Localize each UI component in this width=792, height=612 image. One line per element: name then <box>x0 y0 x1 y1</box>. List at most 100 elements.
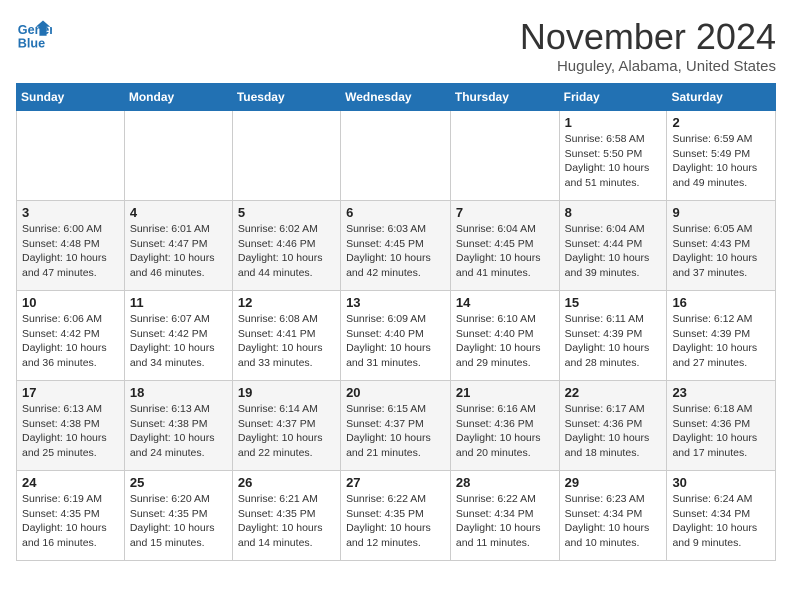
weekday-header-wednesday: Wednesday <box>341 84 451 111</box>
cell-content: Sunrise: 6:17 AM Sunset: 4:36 PM Dayligh… <box>565 402 662 461</box>
day-number: 1 <box>565 115 662 130</box>
cell-content: Sunrise: 6:10 AM Sunset: 4:40 PM Dayligh… <box>456 312 554 371</box>
calendar-cell: 15 Sunrise: 6:11 AM Sunset: 4:39 PM Dayli… <box>559 291 667 381</box>
cell-content: Sunrise: 6:15 AM Sunset: 4:37 PM Dayligh… <box>346 402 445 461</box>
weekday-header-tuesday: Tuesday <box>232 84 340 111</box>
cell-content: Sunrise: 6:22 AM Sunset: 4:34 PM Dayligh… <box>456 492 554 551</box>
day-number: 2 <box>672 115 770 130</box>
calendar-cell: 16Sunrise: 6:12 AM Sunset: 4:39 PM Dayli… <box>667 291 776 381</box>
calendar-cell: 1 Sunrise: 6:58 AM Sunset: 5:50 PM Daylig… <box>559 111 667 201</box>
cell-content: Sunrise: 6:23 AM Sunset: 4:34 PM Dayligh… <box>565 492 662 551</box>
weekday-header-row: SundayMondayTuesdayWednesdayThursdayFrid… <box>17 84 776 111</box>
calendar-week-row: 24 Sunrise: 6:19 AM Sunset: 4:35 PM Dayli… <box>17 471 776 561</box>
calendar-cell: 6Sunrise: 6:03 AM Sunset: 4:45 PM Daylig… <box>341 201 451 291</box>
calendar-cell <box>17 111 125 201</box>
day-number: 18 <box>130 385 227 400</box>
svg-text:Blue: Blue <box>18 37 45 51</box>
calendar-cell: 12Sunrise: 6:08 AM Sunset: 4:41 PM Dayli… <box>232 291 340 381</box>
calendar-cell: 27Sunrise: 6:22 AM Sunset: 4:35 PM Dayli… <box>341 471 451 561</box>
cell-content: Sunrise: 6:03 AM Sunset: 4:45 PM Dayligh… <box>346 222 445 281</box>
cell-content: Sunrise: 6:04 AM Sunset: 4:45 PM Dayligh… <box>456 222 554 281</box>
calendar-cell: 9Sunrise: 6:05 AM Sunset: 4:43 PM Daylig… <box>667 201 776 291</box>
weekday-header-thursday: Thursday <box>450 84 559 111</box>
day-number: 15 <box>565 295 662 310</box>
day-number: 10 <box>22 295 119 310</box>
calendar-week-row: 3 Sunrise: 6:00 AM Sunset: 4:48 PM Daylig… <box>17 201 776 291</box>
day-number: 26 <box>238 475 335 490</box>
calendar-cell: 25 Sunrise: 6:20 AM Sunset: 4:35 PM Dayli… <box>124 471 232 561</box>
cell-content: Sunrise: 6:58 AM Sunset: 5:50 PM Dayligh… <box>565 132 662 191</box>
calendar-cell: 4 Sunrise: 6:01 AM Sunset: 4:47 PM Daylig… <box>124 201 232 291</box>
calendar-cell: 26 Sunrise: 6:21 AM Sunset: 4:35 PM Dayli… <box>232 471 340 561</box>
cell-content: Sunrise: 6:22 AM Sunset: 4:35 PM Dayligh… <box>346 492 445 551</box>
calendar-cell: 8 Sunrise: 6:04 AM Sunset: 4:44 PM Daylig… <box>559 201 667 291</box>
day-number: 8 <box>565 205 662 220</box>
day-number: 7 <box>456 205 554 220</box>
calendar-cell: 23 Sunrise: 6:18 AM Sunset: 4:36 PM Dayli… <box>667 381 776 471</box>
day-number: 24 <box>22 475 119 490</box>
day-number: 20 <box>346 385 445 400</box>
cell-content: Sunrise: 6:01 AM Sunset: 4:47 PM Dayligh… <box>130 222 227 281</box>
cell-content: Sunrise: 6:09 AM Sunset: 4:40 PM Dayligh… <box>346 312 445 371</box>
calendar-cell: 17 Sunrise: 6:13 AM Sunset: 4:38 PM Dayli… <box>17 381 125 471</box>
cell-content: Sunrise: 6:07 AM Sunset: 4:42 PM Dayligh… <box>130 312 227 371</box>
calendar-cell: 30 Sunrise: 6:24 AM Sunset: 4:34 PM Dayli… <box>667 471 776 561</box>
calendar-cell: 21Sunrise: 6:16 AM Sunset: 4:36 PM Dayli… <box>450 381 559 471</box>
calendar-cell <box>124 111 232 201</box>
calendar-cell: 14Sunrise: 6:10 AM Sunset: 4:40 PM Dayli… <box>450 291 559 381</box>
weekday-header-friday: Friday <box>559 84 667 111</box>
calendar-cell: 28 Sunrise: 6:22 AM Sunset: 4:34 PM Dayli… <box>450 471 559 561</box>
day-number: 23 <box>672 385 770 400</box>
calendar-cell: 3 Sunrise: 6:00 AM Sunset: 4:48 PM Daylig… <box>17 201 125 291</box>
cell-content: Sunrise: 6:24 AM Sunset: 4:34 PM Dayligh… <box>672 492 770 551</box>
cell-content: Sunrise: 6:05 AM Sunset: 4:43 PM Dayligh… <box>672 222 770 281</box>
location-subtitle: Huguley, Alabama, United States <box>520 58 776 75</box>
calendar-week-row: 10 Sunrise: 6:06 AM Sunset: 4:42 PM Dayli… <box>17 291 776 381</box>
cell-content: Sunrise: 6:21 AM Sunset: 4:35 PM Dayligh… <box>238 492 335 551</box>
cell-content: Sunrise: 6:59 AM Sunset: 5:49 PM Dayligh… <box>672 132 770 191</box>
day-number: 3 <box>22 205 119 220</box>
calendar-cell: 18 Sunrise: 6:13 AM Sunset: 4:38 PM Dayli… <box>124 381 232 471</box>
calendar-cell: 29Sunrise: 6:23 AM Sunset: 4:34 PM Dayli… <box>559 471 667 561</box>
calendar-cell: 11 Sunrise: 6:07 AM Sunset: 4:42 PM Dayli… <box>124 291 232 381</box>
cell-content: Sunrise: 6:12 AM Sunset: 4:39 PM Dayligh… <box>672 312 770 371</box>
cell-content: Sunrise: 6:02 AM Sunset: 4:46 PM Dayligh… <box>238 222 335 281</box>
logo: General Blue <box>16 16 52 52</box>
cell-content: Sunrise: 6:19 AM Sunset: 4:35 PM Dayligh… <box>22 492 119 551</box>
calendar-cell: 7 Sunrise: 6:04 AM Sunset: 4:45 PM Daylig… <box>450 201 559 291</box>
cell-content: Sunrise: 6:13 AM Sunset: 4:38 PM Dayligh… <box>130 402 227 461</box>
day-number: 19 <box>238 385 335 400</box>
day-number: 5 <box>238 205 335 220</box>
calendar-cell: 10 Sunrise: 6:06 AM Sunset: 4:42 PM Dayli… <box>17 291 125 381</box>
day-number: 25 <box>130 475 227 490</box>
weekday-header-monday: Monday <box>124 84 232 111</box>
calendar-week-row: 17 Sunrise: 6:13 AM Sunset: 4:38 PM Dayli… <box>17 381 776 471</box>
cell-content: Sunrise: 6:04 AM Sunset: 4:44 PM Dayligh… <box>565 222 662 281</box>
cell-content: Sunrise: 6:18 AM Sunset: 4:36 PM Dayligh… <box>672 402 770 461</box>
day-number: 4 <box>130 205 227 220</box>
calendar-cell: 24 Sunrise: 6:19 AM Sunset: 4:35 PM Dayli… <box>17 471 125 561</box>
weekday-header-saturday: Saturday <box>667 84 776 111</box>
cell-content: Sunrise: 6:00 AM Sunset: 4:48 PM Dayligh… <box>22 222 119 281</box>
cell-content: Sunrise: 6:06 AM Sunset: 4:42 PM Dayligh… <box>22 312 119 371</box>
cell-content: Sunrise: 6:20 AM Sunset: 4:35 PM Dayligh… <box>130 492 227 551</box>
calendar-cell: 5 Sunrise: 6:02 AM Sunset: 4:46 PM Daylig… <box>232 201 340 291</box>
calendar-cell <box>341 111 451 201</box>
calendar-table: SundayMondayTuesdayWednesdayThursdayFrid… <box>16 83 776 561</box>
cell-content: Sunrise: 6:13 AM Sunset: 4:38 PM Dayligh… <box>22 402 119 461</box>
weekday-header-sunday: Sunday <box>17 84 125 111</box>
calendar-week-row: 1 Sunrise: 6:58 AM Sunset: 5:50 PM Daylig… <box>17 111 776 201</box>
calendar-cell <box>232 111 340 201</box>
calendar-cell: 19Sunrise: 6:14 AM Sunset: 4:37 PM Dayli… <box>232 381 340 471</box>
page-header: General Blue November 2024 Huguley, Alab… <box>16 16 776 75</box>
title-area: November 2024 Huguley, Alabama, United S… <box>520 16 776 75</box>
calendar-cell: 13Sunrise: 6:09 AM Sunset: 4:40 PM Dayli… <box>341 291 451 381</box>
day-number: 21 <box>456 385 554 400</box>
cell-content: Sunrise: 6:11 AM Sunset: 4:39 PM Dayligh… <box>565 312 662 371</box>
day-number: 11 <box>130 295 227 310</box>
month-title: November 2024 <box>520 16 776 58</box>
day-number: 28 <box>456 475 554 490</box>
day-number: 30 <box>672 475 770 490</box>
logo-icon: General Blue <box>16 16 52 52</box>
day-number: 17 <box>22 385 119 400</box>
